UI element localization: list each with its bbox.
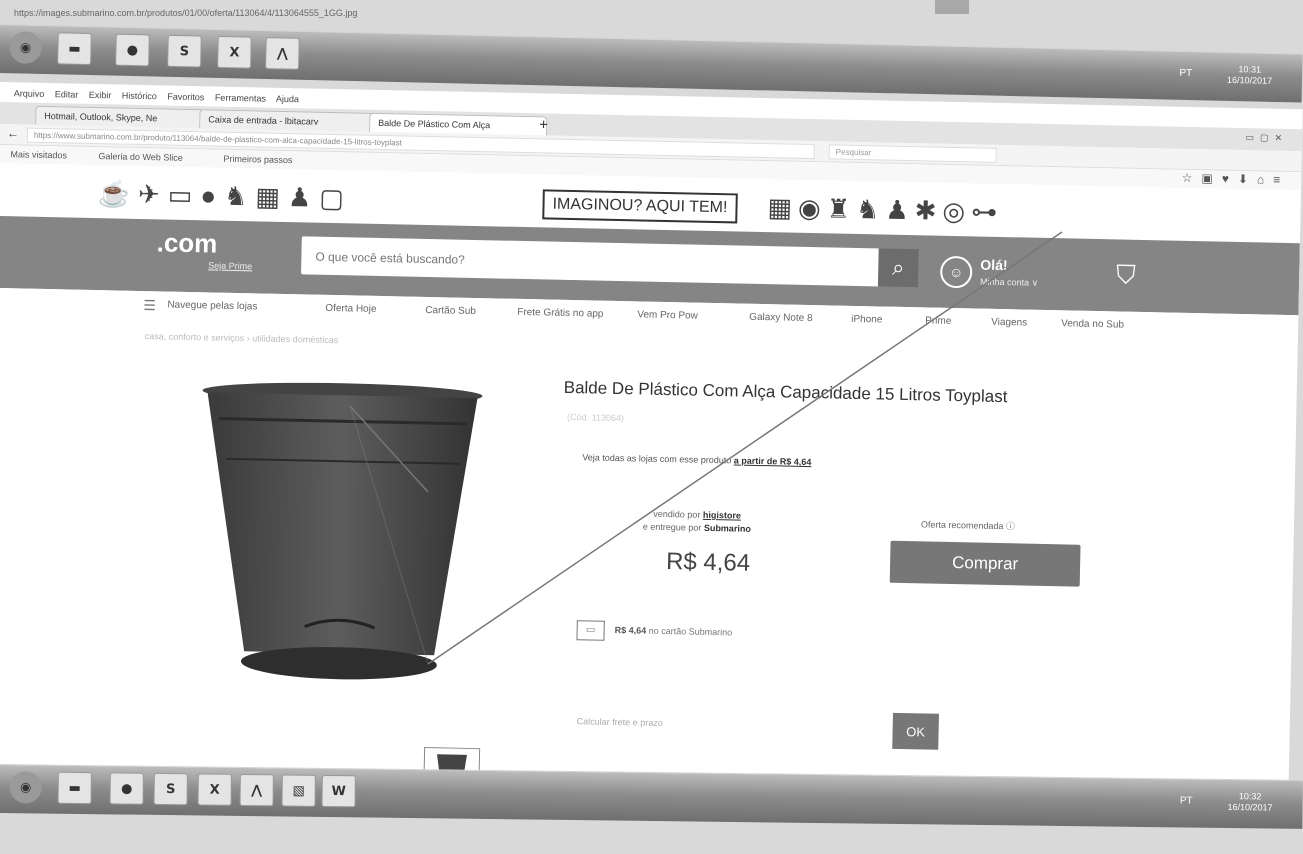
seller-link[interactable]: higistore (703, 510, 741, 521)
explorer-icon[interactable]: ▬ (57, 771, 92, 805)
toolbar-icons[interactable]: ☆▣♥⬇⌂≡ (1182, 171, 1290, 187)
seller-info: vendido por higistore e entregue por Sub… (643, 508, 752, 536)
menu-ajuda[interactable]: Ajuda (276, 94, 299, 104)
skype-icon[interactable]: S (153, 772, 188, 806)
nav-prime[interactable]: Prime (925, 315, 951, 327)
nav-sell[interactable]: Venda no Sub (1061, 318, 1124, 330)
clock: 10:31 16/10/2017 (1226, 64, 1273, 86)
product-code: (Cód. 113064) (567, 411, 625, 424)
all-stores-text: Veja todas as lojas com esse produto (582, 452, 732, 466)
language-indicator[interactable]: PT (1179, 68, 1192, 79)
browser-window: Arquivo Editar Exibir Histórico Favorito… (0, 82, 1303, 794)
banner-products-right-icon: ▦◉♜♞♟✱◎⊶ (767, 192, 1004, 228)
window-controls[interactable]: ▭▢✕ (1245, 132, 1288, 144)
acrobat-icon[interactable]: ⋀ (239, 773, 274, 807)
excel-icon[interactable]: X (217, 35, 252, 69)
card-label: no cartão Submarino (648, 625, 733, 638)
acrobat-icon[interactable]: ⋀ (265, 37, 300, 70)
shipping-calculator-label[interactable]: Calcular frete e prazo (577, 716, 663, 728)
all-stores-line: Veja todas as lojas com esse produto a p… (582, 452, 811, 467)
user-icon[interactable]: ☺ (939, 255, 973, 289)
skype-icon[interactable]: S (167, 34, 202, 68)
bookmark-first-steps[interactable]: Primeiros passos (223, 154, 292, 165)
excel-icon[interactable]: X (197, 773, 232, 806)
menu-exibir[interactable]: Exibir (89, 90, 112, 100)
card-price-line: R$ 4,64 no cartão Submarino (615, 625, 733, 637)
account-menu[interactable]: Minha conta ∨ (980, 277, 1038, 289)
site-search[interactable] (300, 236, 884, 289)
menu-ferramentas[interactable]: Ferramentas (215, 93, 266, 104)
browser-search-field[interactable]: Pesquisar (828, 144, 997, 163)
back-arrow-icon[interactable]: ← (7, 126, 19, 140)
card-price: R$ 4,64 (614, 624, 647, 636)
all-stores-link[interactable]: a partir de R$ 4,64 (734, 455, 812, 467)
menu-icon[interactable]: ☰ (143, 297, 156, 314)
nav-stores[interactable]: Navegue pelas lojas (167, 300, 257, 313)
shipping-ok-button[interactable]: OK (892, 712, 939, 750)
nav-free-shipping[interactable]: Frete Grátis no app (517, 307, 603, 320)
site-logo[interactable]: .com (156, 227, 217, 259)
deliverer-name: Submarino (703, 522, 751, 534)
site-search-input[interactable] (300, 236, 871, 289)
nav-pow[interactable]: Vem Pro Pow (637, 309, 698, 321)
credit-card-icon: ▭ (576, 620, 605, 641)
menu-editar[interactable]: Editar (55, 89, 79, 99)
menu-historico[interactable]: Histórico (122, 91, 157, 102)
menu-favoritos[interactable]: Favoritos (167, 92, 204, 103)
search-icon[interactable]: ⌕ (877, 248, 919, 288)
previous-window-button[interactable] (935, 0, 969, 14)
word-icon[interactable]: W (321, 774, 356, 808)
menu-arquivo[interactable]: Arquivo (14, 88, 45, 99)
product-title: Balde De Plástico Com Alça Capacidade 15… (563, 377, 1008, 407)
delivered-by-label: e entregue por (642, 521, 702, 533)
clock: 10:32 16/10/2017 (1227, 791, 1273, 813)
previous-url-text: https://images.submarino.com.br/produtos… (14, 8, 358, 18)
user-greeting[interactable]: Olá! (980, 257, 1008, 274)
nav-iphone[interactable]: iPhone (851, 314, 882, 326)
start-icon[interactable]: ◉ (9, 31, 42, 64)
nav-travel[interactable]: Viagens (991, 317, 1027, 329)
new-tab-icon[interactable]: + (539, 116, 548, 133)
product-price: R$ 4,64 (665, 548, 751, 577)
product-image[interactable] (194, 378, 490, 684)
banner-products-left-icon: ☕✈▭●♞▦♟▢ (97, 178, 353, 214)
sold-by-label: vendido por (653, 508, 701, 520)
chrome-icon[interactable]: ● (115, 33, 150, 67)
breadcrumb[interactable]: casa, conforto e serviços › utilidades d… (145, 331, 339, 345)
bookmark-web-slice[interactable]: Galeria do Web Slice (98, 151, 183, 163)
recommended-offer-label[interactable]: Oferta recomendada ⓘ (921, 517, 1015, 532)
banner-cta[interactable]: IMAGINOU? AQUI TEM! (542, 189, 738, 224)
buy-button[interactable]: Comprar (889, 540, 1081, 587)
cart-icon[interactable]: ⛉ (1116, 259, 1136, 291)
nav-card[interactable]: Cartão Sub (425, 305, 476, 317)
image-viewer-icon[interactable]: ▧ (281, 774, 316, 807)
explorer-icon[interactable]: ▬ (57, 32, 92, 66)
start-icon[interactable]: ◉ (9, 771, 42, 804)
bookmark-most-visited[interactable]: Mais visitados (10, 149, 67, 160)
menu-bar: Arquivo Editar Exibir Histórico Favorito… (14, 88, 307, 104)
chrome-icon[interactable]: ● (109, 772, 144, 805)
nav-galaxy[interactable]: Galaxy Note 8 (749, 312, 813, 324)
prime-link[interactable]: Seja Prime (208, 260, 252, 271)
nav-offer[interactable]: Oferta Hoje (325, 303, 376, 315)
language-indicator[interactable]: PT (1180, 795, 1193, 806)
